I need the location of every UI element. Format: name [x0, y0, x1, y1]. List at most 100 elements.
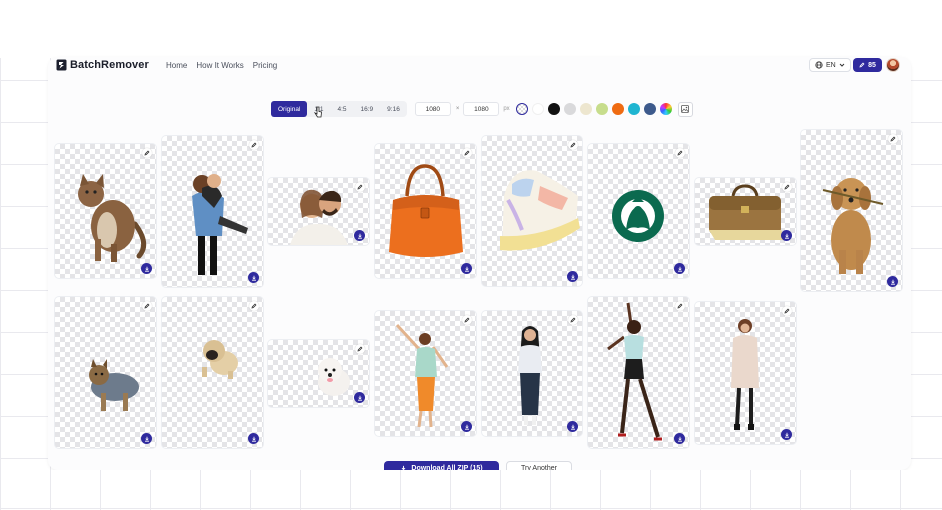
language-label: EN — [826, 61, 836, 69]
language-selector[interactable]: EN — [809, 58, 851, 72]
result-card[interactable] — [588, 297, 689, 448]
swatch-black[interactable] — [547, 103, 560, 115]
edit-button[interactable] — [462, 148, 472, 158]
ratio-9-16[interactable]: 9:16 — [380, 101, 407, 117]
result-card[interactable] — [482, 311, 582, 436]
download-button[interactable] — [674, 433, 685, 444]
pencil-icon — [144, 303, 150, 309]
credits-count: 85 — [868, 61, 876, 69]
edit-button[interactable] — [142, 301, 152, 311]
page-background-lower — [0, 470, 942, 510]
download-icon — [570, 424, 575, 430]
swatch-orange[interactable] — [611, 103, 624, 115]
credits-badge[interactable]: 85 — [853, 58, 882, 72]
download-button[interactable] — [248, 433, 259, 444]
swatch-cream[interactable] — [579, 103, 592, 115]
mouse-cursor-icon — [314, 106, 322, 118]
pencil-icon — [570, 317, 576, 323]
edit-button[interactable] — [568, 140, 578, 150]
download-button[interactable] — [461, 421, 472, 432]
edit-button[interactable] — [675, 148, 685, 158]
download-button[interactable] — [674, 263, 685, 274]
result-card[interactable] — [55, 144, 156, 278]
pencil-icon — [144, 150, 150, 156]
download-button[interactable] — [887, 276, 898, 287]
result-card[interactable] — [375, 144, 476, 278]
result-card[interactable] — [482, 136, 582, 286]
avatar[interactable] — [886, 58, 900, 72]
download-all-zip-button[interactable]: Download All ZIP (15) — [384, 461, 499, 475]
orange-handbag-image — [389, 164, 463, 257]
swatch-light-gray[interactable] — [563, 103, 576, 115]
download-button[interactable] — [567, 271, 578, 282]
download-button[interactable] — [461, 263, 472, 274]
result-card[interactable] — [695, 178, 796, 245]
download-button[interactable] — [248, 272, 259, 283]
ratio-original[interactable]: Original — [271, 101, 308, 117]
swatch-transparent[interactable] — [515, 103, 528, 115]
pencil-icon — [464, 317, 470, 323]
download-icon — [570, 274, 575, 280]
swatch-lime[interactable] — [595, 103, 608, 115]
result-card[interactable] — [162, 297, 263, 448]
swatch-rainbow[interactable] — [659, 103, 672, 115]
result-card[interactable] — [588, 144, 689, 278]
download-button[interactable] — [354, 392, 365, 403]
nav-pricing[interactable]: Pricing — [253, 61, 277, 70]
globe-icon — [815, 61, 823, 69]
try-another-button[interactable]: Try Another — [506, 461, 572, 475]
starbucks-logo-image — [612, 190, 664, 242]
result-card[interactable] — [268, 340, 369, 407]
edit-button[interactable] — [249, 140, 259, 150]
pencil-icon — [784, 308, 790, 314]
dimension-separator: × — [455, 106, 460, 112]
edit-button[interactable] — [675, 301, 685, 311]
edit-button[interactable] — [782, 306, 792, 316]
result-card[interactable] — [268, 178, 369, 245]
edit-button[interactable] — [249, 301, 259, 311]
aspect-ratio-group: Original 1:1 4:5 16:9 9:16 — [271, 101, 407, 117]
edit-button[interactable] — [355, 182, 365, 192]
swatch-white[interactable] — [531, 103, 544, 115]
download-button[interactable] — [141, 433, 152, 444]
download-icon — [357, 233, 362, 239]
swatch-cyan[interactable] — [627, 103, 640, 115]
toolbar: Original 1:1 4:5 16:9 9:16 × px — [271, 101, 693, 117]
nav-how-it-works[interactable]: How It Works — [196, 61, 243, 70]
download-button[interactable] — [567, 421, 578, 432]
result-card[interactable] — [695, 302, 796, 444]
swatch-slate-blue[interactable] — [643, 103, 656, 115]
header: BatchRemover Home How It Works Pricing E… — [48, 57, 911, 75]
ratio-4-5[interactable]: 4:5 — [330, 101, 353, 117]
edit-button[interactable] — [568, 315, 578, 325]
download-icon — [464, 424, 469, 430]
edit-button[interactable] — [355, 344, 365, 354]
download-icon — [357, 395, 362, 401]
height-input[interactable] — [463, 102, 500, 116]
result-card[interactable] — [55, 297, 156, 448]
download-icon — [251, 275, 256, 281]
edit-button[interactable] — [142, 148, 152, 158]
download-button[interactable] — [781, 429, 792, 440]
width-input[interactable] — [414, 102, 451, 116]
download-button[interactable] — [141, 263, 152, 274]
dancing-woman-image — [395, 323, 449, 428]
unit-label: px — [503, 106, 510, 112]
pencil-icon — [251, 142, 257, 148]
download-button[interactable] — [781, 230, 792, 241]
ratio-16-9[interactable]: 16:9 — [354, 101, 381, 117]
download-button[interactable] — [354, 230, 365, 241]
edit-button[interactable] — [462, 315, 472, 325]
standing-woman-image — [518, 326, 542, 425]
result-card[interactable] — [375, 311, 476, 436]
pencil-icon — [890, 136, 896, 142]
edit-button[interactable] — [888, 134, 898, 144]
result-card[interactable] — [162, 136, 263, 287]
brand[interactable]: BatchRemover — [56, 59, 149, 71]
result-card[interactable] — [801, 130, 902, 291]
nav-home[interactable]: Home — [166, 61, 187, 70]
image-background-button[interactable] — [677, 101, 693, 117]
pug-image — [202, 340, 238, 379]
edit-button[interactable] — [782, 182, 792, 192]
woman-coat-image — [731, 319, 759, 430]
